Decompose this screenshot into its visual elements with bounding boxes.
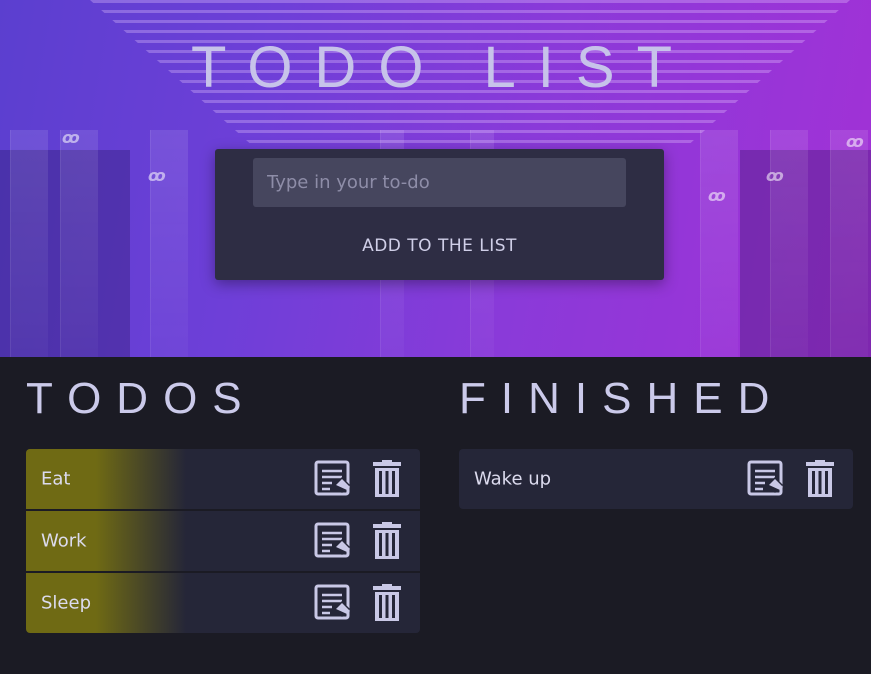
- todos-list: Eat Work Sleep: [26, 449, 420, 633]
- trash-icon[interactable]: [800, 459, 840, 499]
- finished-list: Wake up: [459, 449, 853, 509]
- background-logo: ꝏ: [708, 186, 726, 205]
- todo-input[interactable]: [253, 158, 626, 207]
- add-todo-form: ADD TO THE LIST: [215, 149, 664, 280]
- todo-item: Eat: [26, 449, 420, 509]
- background-pillar: [770, 130, 808, 357]
- edit-icon[interactable]: [313, 459, 353, 499]
- todo-item: Sleep: [26, 573, 420, 633]
- background-pillar: [150, 130, 188, 357]
- trash-icon[interactable]: [367, 583, 407, 623]
- trash-icon[interactable]: [367, 521, 407, 561]
- todo-item-label: Sleep: [41, 592, 92, 614]
- finished-heading: FINISHED: [459, 374, 785, 423]
- todo-item: Work: [26, 511, 420, 571]
- todo-item-label: Work: [41, 530, 87, 552]
- add-to-list-button[interactable]: ADD TO THE LIST: [215, 233, 664, 259]
- background-pillar: [700, 130, 738, 357]
- background-logo: ꝏ: [846, 132, 864, 151]
- trash-icon[interactable]: [367, 459, 407, 499]
- background-logo: ꝏ: [148, 166, 166, 185]
- background-pillar: [830, 130, 868, 357]
- background-logo: ꝏ: [766, 166, 784, 185]
- hero-banner: ꝏ ꝏ ꝏ ꝏ ꝏ TODO LIST ADD TO THE LIST: [0, 0, 871, 357]
- edit-icon[interactable]: [313, 583, 353, 623]
- todos-heading: TODOS: [26, 374, 257, 423]
- background-pillar: [10, 130, 48, 357]
- edit-icon[interactable]: [313, 521, 353, 561]
- background-logo: ꝏ: [62, 128, 80, 147]
- edit-icon[interactable]: [746, 459, 786, 499]
- finished-item-label: Wake up: [474, 468, 552, 490]
- page-title: TODO LIST: [190, 35, 695, 100]
- todo-item-label: Eat: [41, 468, 71, 490]
- finished-item: Wake up: [459, 449, 853, 509]
- background-pillar: [60, 130, 98, 357]
